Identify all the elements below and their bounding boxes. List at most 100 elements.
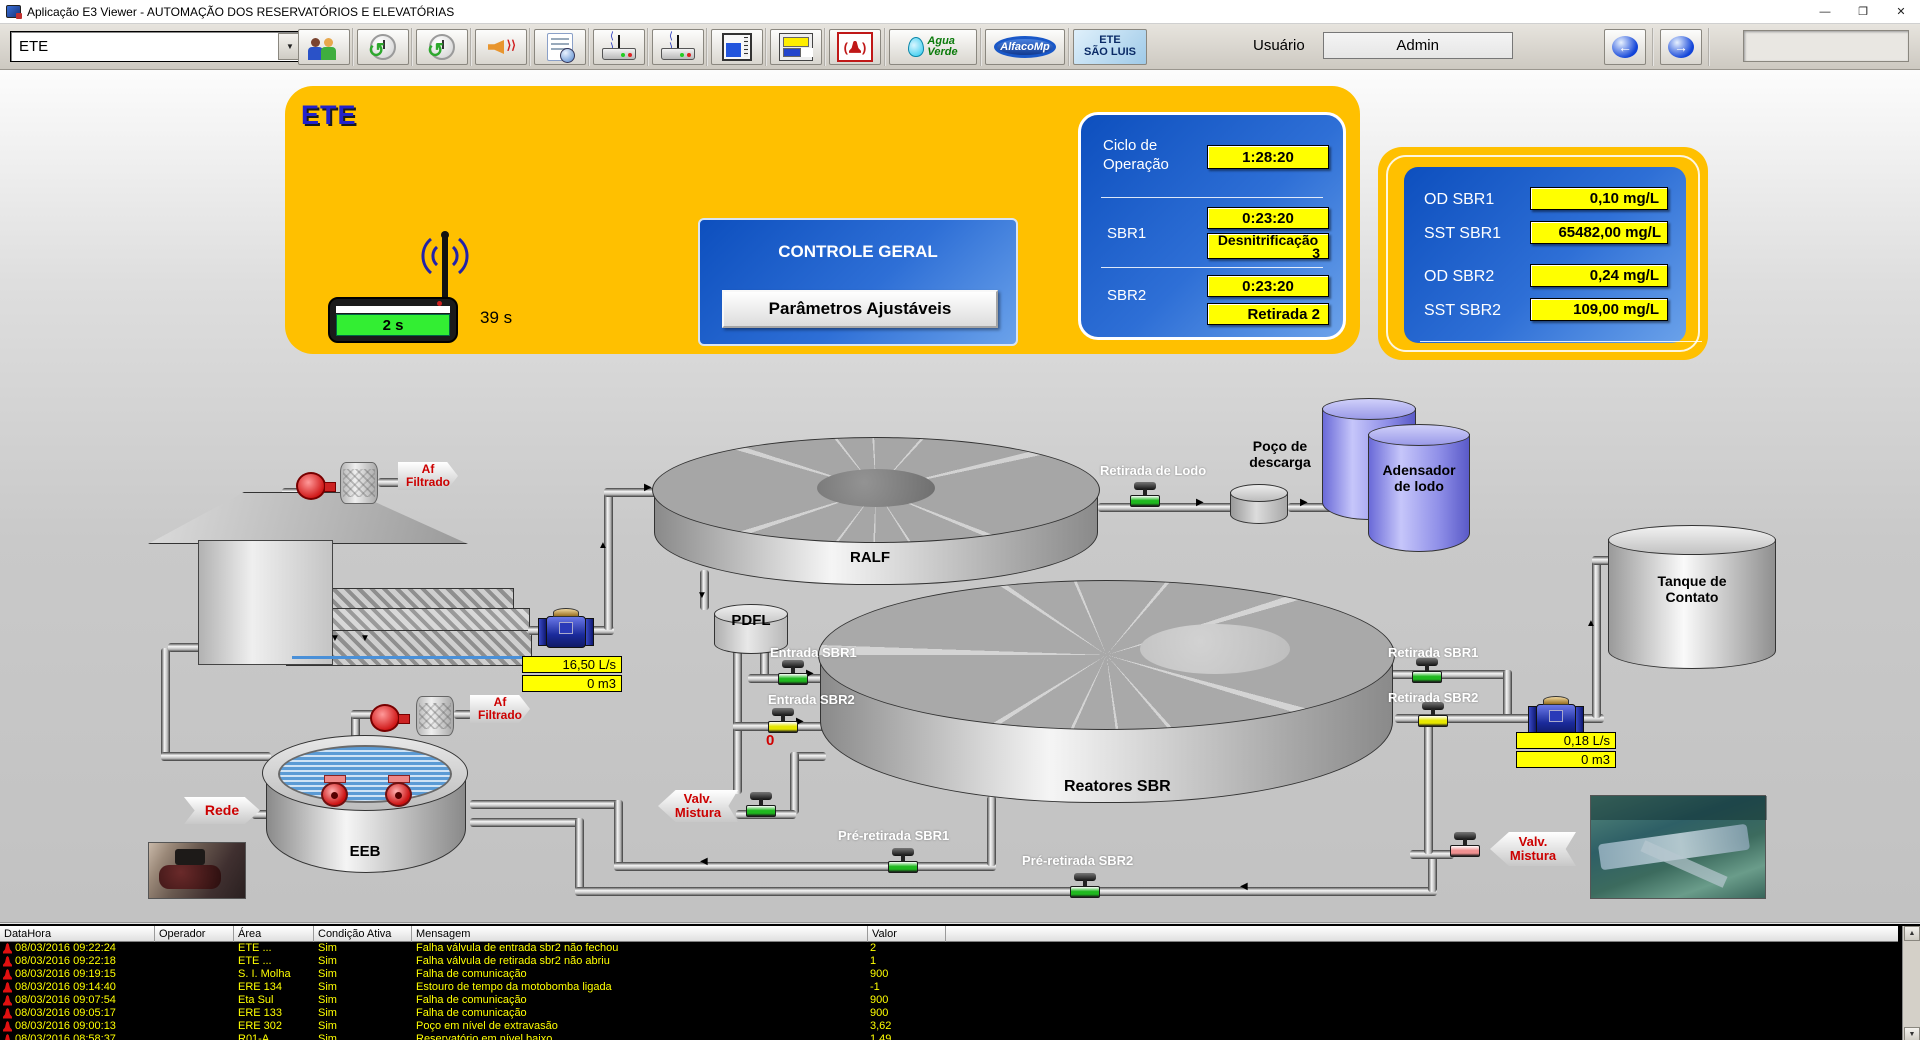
alarm-bell-icon <box>3 1034 12 1040</box>
pump-icon <box>384 775 414 809</box>
pipe <box>470 800 622 809</box>
users-button[interactable] <box>298 29 350 65</box>
cell-datahora: 08/03/2016 09:22:18 <box>15 955 116 967</box>
col-mensagem[interactable]: Mensagem <box>412 926 868 942</box>
col-datahora[interactable]: DataHora <box>0 926 155 942</box>
close-button[interactable]: ✕ <box>1882 0 1920 24</box>
restore-button[interactable]: ❐ <box>1844 0 1882 24</box>
pipe <box>614 800 623 866</box>
cell-valor: 900 <box>870 968 888 980</box>
pipe <box>1390 670 1512 679</box>
col-valor[interactable]: Valor <box>868 926 946 942</box>
col-condicao[interactable]: Condição Ativa <box>314 926 412 942</box>
modem-1-button[interactable] <box>593 29 645 65</box>
alarm-bell-icon <box>3 943 12 954</box>
history-button[interactable] <box>357 29 409 65</box>
entrada-sbr2-label: Entrada SBR2 <box>768 692 855 707</box>
sst-sbr2-label: SST SBR2 <box>1424 302 1501 320</box>
retirada-lodo-label: Retirada de Lodo <box>1100 463 1206 478</box>
cell-condicao: Sim <box>318 955 337 967</box>
retirada-sbr1-label: Retirada SBR1 <box>1388 645 1478 660</box>
valve-retirada-sbr2[interactable] <box>1418 702 1448 728</box>
user-label: Usuário <box>1253 37 1305 54</box>
valve-mistura-1[interactable] <box>746 792 776 818</box>
alarm-rows: 08/03/2016 09:22:24 ETE ... Sim Falha vá… <box>0 942 1898 1040</box>
valve-retirada-lodo[interactable] <box>1130 482 1160 508</box>
valve-entrada-sbr2[interactable] <box>768 708 798 734</box>
rede-banner: Rede <box>184 797 260 824</box>
scroll-down-icon[interactable]: ▼ <box>1904 1027 1920 1040</box>
report-button[interactable] <box>534 29 586 65</box>
ralf-label: RALF <box>850 549 890 566</box>
agua-verde-button[interactable]: Agua Verde <box>889 29 977 65</box>
table-row[interactable]: 08/03/2016 09:05:17 ERE 133 Sim Falha de… <box>0 1007 1898 1020</box>
alarm-bell-icon <box>3 982 12 993</box>
od-sbr1-value: 0,10 mg/L <box>1530 187 1668 210</box>
table-row[interactable]: 08/03/2016 09:00:13 ERE 302 Sim Poço em … <box>0 1020 1898 1033</box>
table-row[interactable]: 08/03/2016 09:22:18 ETE ... Sim Falha vá… <box>0 955 1898 968</box>
od-sbr2-value: 0,24 mg/L <box>1530 264 1668 287</box>
parametros-ajustaveis-button[interactable]: Parâmetros Ajustáveis <box>722 290 998 328</box>
screen-selector-dropdown[interactable]: ETE ▼ <box>10 31 304 62</box>
sst-sbr1-label: SST SBR1 <box>1424 225 1501 243</box>
pipe <box>1424 722 1433 854</box>
cell-area: ERE 302 <box>238 1020 282 1032</box>
ete-sao-luis-button[interactable]: ETE SÃO LUIS <box>1073 29 1147 65</box>
alarm-table: DataHora Operador Área Condição Ativa Me… <box>0 922 1920 1040</box>
valve-mistura-2[interactable] <box>1450 832 1480 858</box>
cell-area: S. I. Molha <box>238 968 291 980</box>
valve-pre-retirada-sbr1[interactable] <box>888 848 918 874</box>
tanque-contato-label: Tanque de Contato <box>1608 573 1776 605</box>
forward-button[interactable]: → <box>1660 29 1702 65</box>
ciclo-operacao-panel: Ciclo de Operação 1:28:20 SBR1 0:23:20 D… <box>1078 112 1346 340</box>
flow-volume-saida: 0 m3 <box>1516 751 1616 768</box>
cell-condicao: Sim <box>318 981 337 993</box>
meter-panel-button[interactable] <box>770 29 822 65</box>
table-row[interactable]: 08/03/2016 09:07:54 Eta Sul Sim Falha de… <box>0 994 1898 1007</box>
modem-2-button[interactable] <box>652 29 704 65</box>
level-display-button[interactable] <box>711 29 763 65</box>
radio-antenna-icon <box>397 221 493 301</box>
quality-outer-panel: OD SBR1 0,10 mg/L SST SBR1 65482,00 mg/L… <box>1378 147 1708 360</box>
cell-condicao: Sim <box>318 1020 337 1032</box>
sbr2-phase-box: Retirada 2 <box>1207 303 1329 325</box>
adensador-tank-2: Adensador de lodo <box>1368 424 1472 554</box>
valve-pre-retirada-sbr2[interactable] <box>1070 873 1100 899</box>
scroll-up-icon[interactable]: ▲ <box>1904 926 1920 941</box>
col-area[interactable]: Área <box>234 926 314 942</box>
af-filtrado-banner: Af Filtrado <box>470 695 530 723</box>
valve-entrada-sbr1[interactable] <box>778 660 808 686</box>
af-filtrado-banner: Af Filtrado <box>398 462 458 490</box>
cell-area: Eta Sul <box>238 994 273 1006</box>
eeb-label: EEB <box>262 843 468 860</box>
history-2-button[interactable] <box>416 29 468 65</box>
sound-button[interactable] <box>475 29 527 65</box>
table-row[interactable]: 08/03/2016 08:58:37 R01-A Sim Reservatór… <box>0 1033 1898 1040</box>
alarm-scrollbar[interactable]: ▲ ▼ <box>1902 926 1920 1040</box>
gauge-panel-icon <box>779 33 813 61</box>
alfacomp-button[interactable]: AlfacoMp <box>985 29 1065 65</box>
col-operador[interactable]: Operador <box>155 926 234 942</box>
valve-retirada-sbr1[interactable] <box>1412 658 1442 684</box>
pipe <box>1395 714 1533 723</box>
controle-geral-title: CONTROLE GERAL <box>700 242 1016 262</box>
grit-channel <box>302 608 530 632</box>
user-value-field: Admin <box>1323 32 1513 59</box>
pipe <box>454 710 472 719</box>
cell-condicao: Sim <box>318 942 337 954</box>
cell-area: ETE ... <box>238 955 272 967</box>
pipe <box>378 478 400 487</box>
table-row[interactable]: 08/03/2016 09:22:24 ETE ... Sim Falha vá… <box>0 942 1898 955</box>
table-row[interactable]: 08/03/2016 09:14:40 ERE 134 Sim Estouro … <box>0 981 1898 994</box>
cell-condicao: Sim <box>318 968 337 980</box>
sbr2-label: SBR2 <box>1107 287 1146 304</box>
alarms-button[interactable]: () <box>829 29 881 65</box>
table-row[interactable]: 08/03/2016 09:19:15 S. I. Molha Sim Falh… <box>0 968 1898 981</box>
eeb-tank: EEB <box>262 735 470 880</box>
pipe <box>575 818 584 890</box>
minimize-button[interactable]: — <box>1806 0 1844 24</box>
back-button[interactable]: ← <box>1604 29 1646 65</box>
entrada-sbr1-label: Entrada SBR1 <box>770 645 857 660</box>
cell-mensagem: Falha de comunicação <box>416 1007 527 1019</box>
compressor-photo <box>148 842 246 899</box>
